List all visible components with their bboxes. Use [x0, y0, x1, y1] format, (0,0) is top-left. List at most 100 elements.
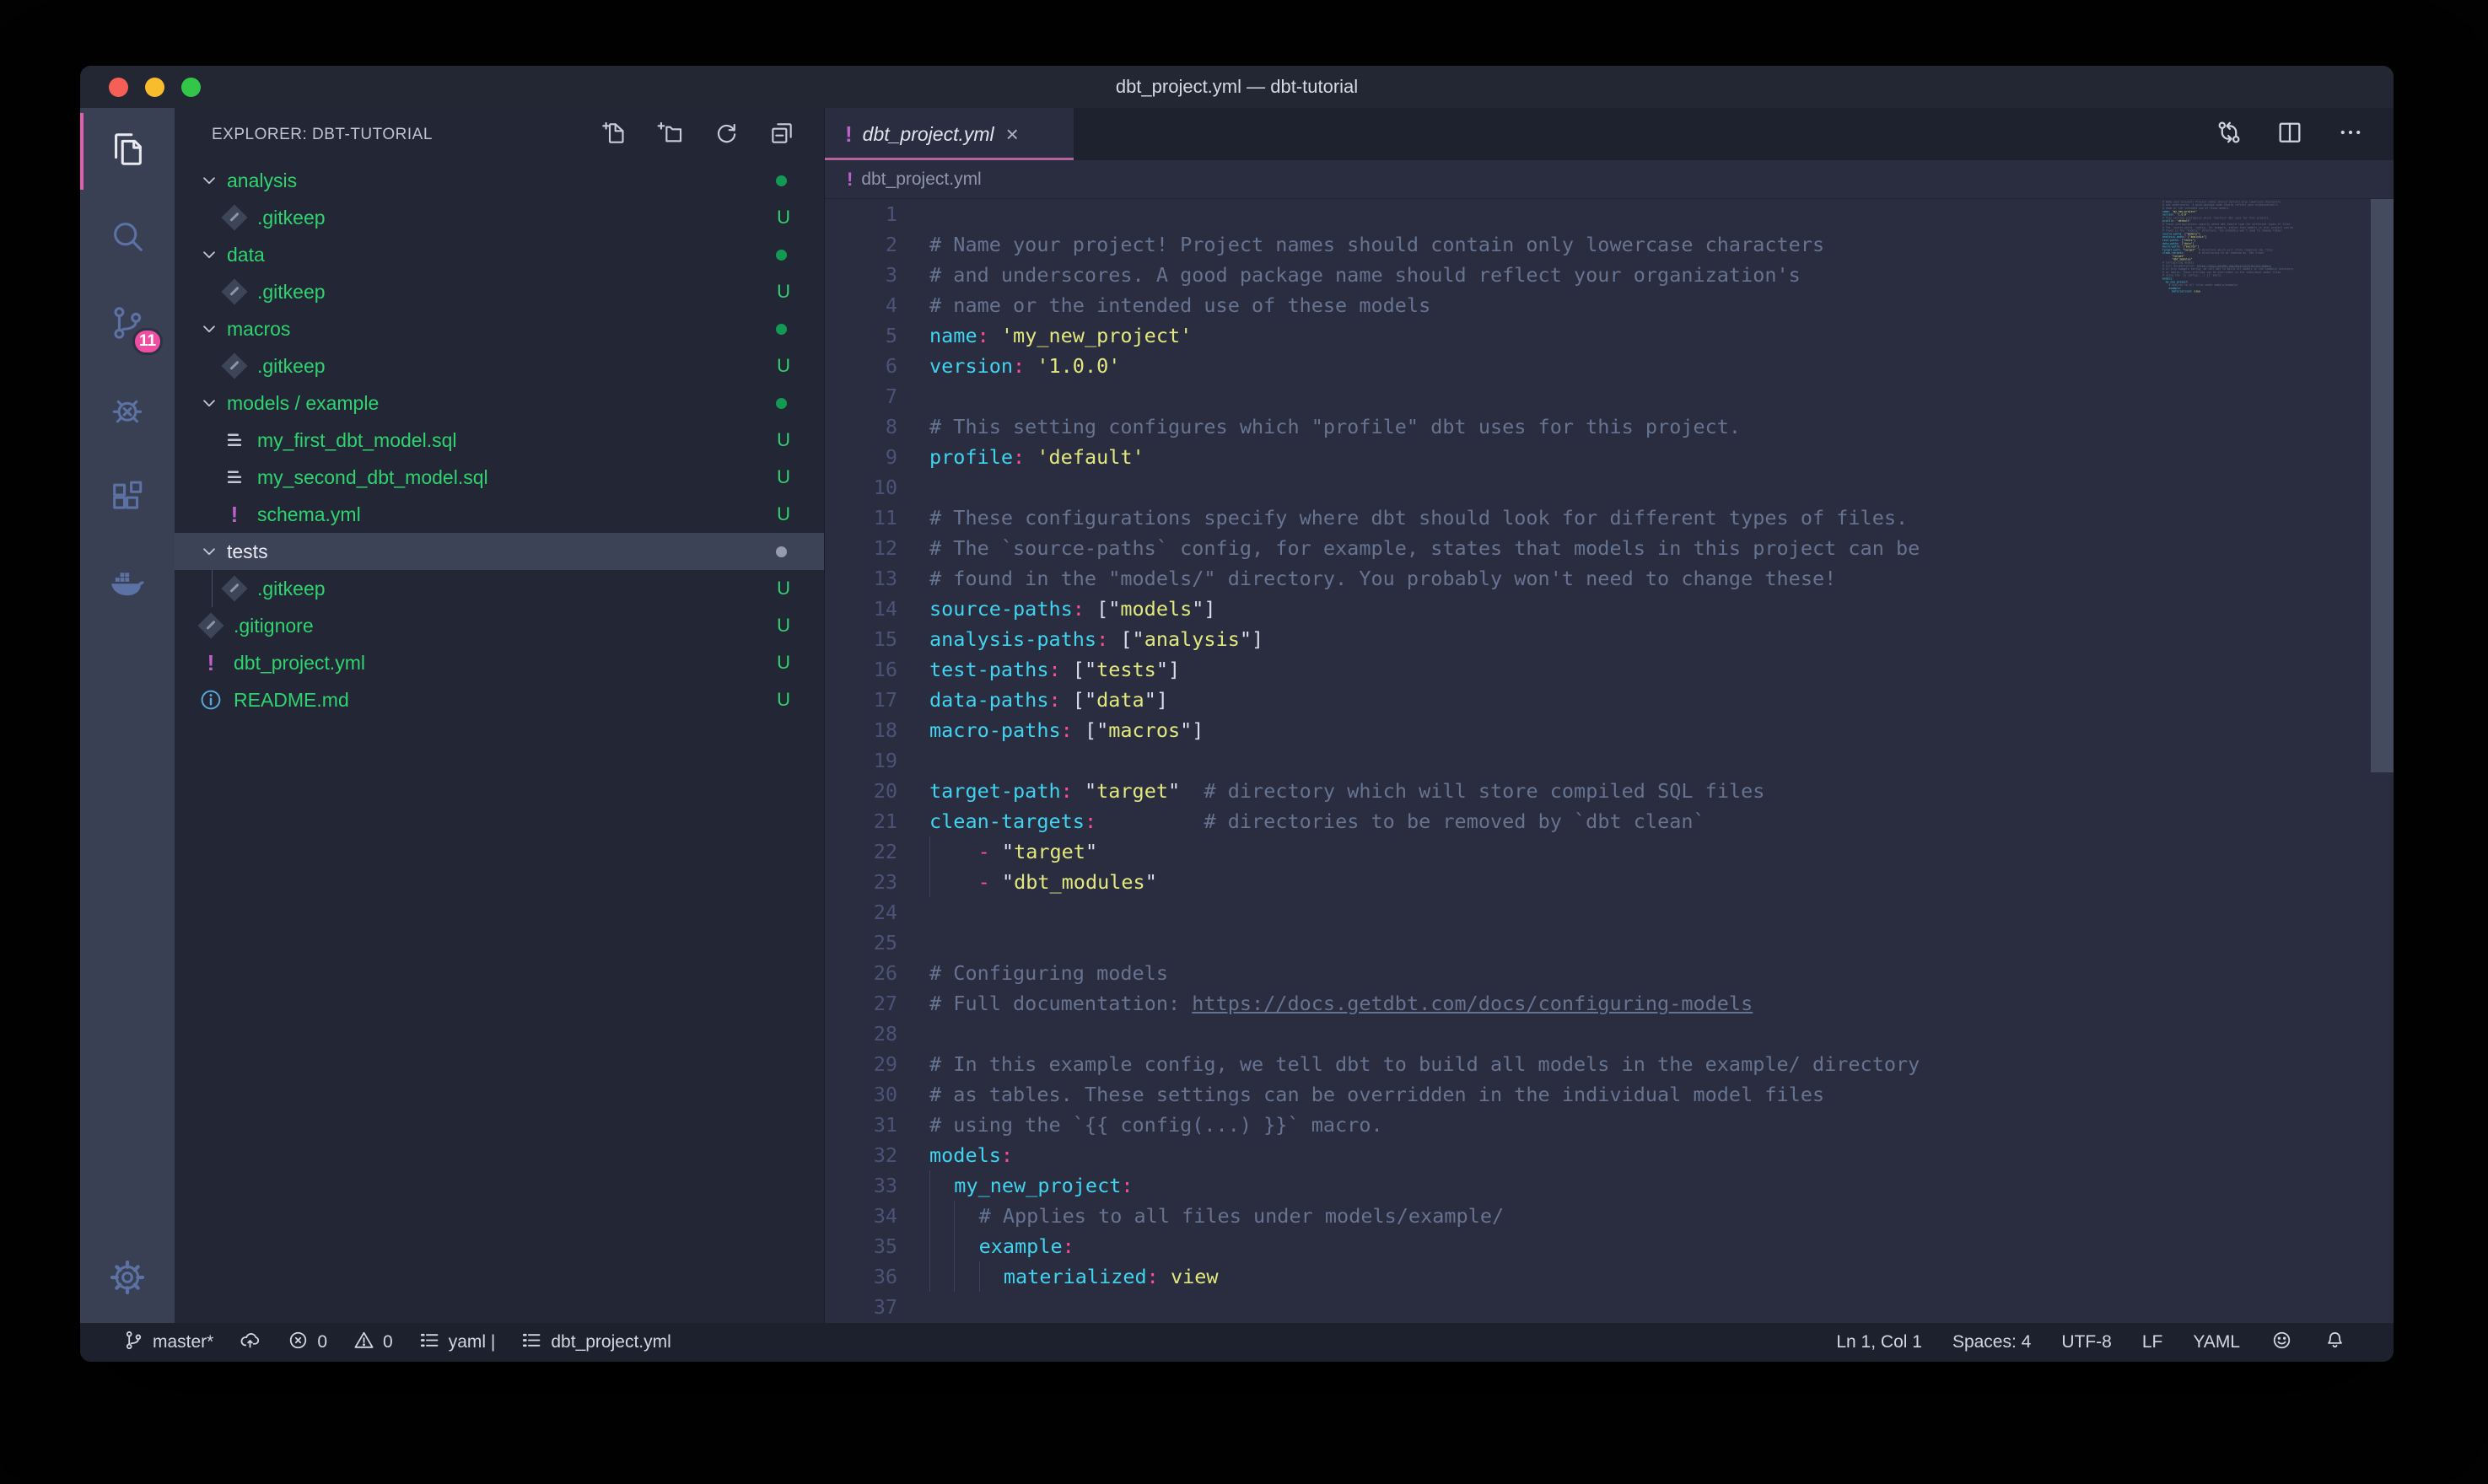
status-eol[interactable]: LF [2142, 1332, 2163, 1352]
status-yaml-file-text: dbt_project.yml [551, 1332, 670, 1352]
status-encoding[interactable]: UTF-8 [2061, 1332, 2112, 1352]
new-file-button[interactable] [598, 118, 632, 152]
tree-item-my-first-dbt-model-sql[interactable]: my_first_dbt_model.sqlU [175, 422, 824, 459]
status-yaml-schema-text: yaml | [449, 1332, 496, 1352]
status-language-mode[interactable]: YAML [2193, 1332, 2240, 1352]
line-number: 25 [825, 928, 897, 958]
code-token: "] [1192, 597, 1215, 621]
code-line: 16test-paths: ["tests"] [825, 654, 2394, 685]
breadcrumb[interactable]: ! dbt_project.yml [825, 160, 2394, 199]
open-changes-button[interactable] [2215, 118, 2243, 151]
close-window-button[interactable] [109, 78, 128, 97]
status-yaml-file[interactable]: dbt_project.yml [520, 1329, 670, 1357]
list-icon [520, 1329, 543, 1357]
status-notifications[interactable] [2324, 1329, 2346, 1357]
tree-item--gitignore[interactable]: .gitignoreU [175, 607, 824, 644]
code-token: # directory which will store compiled SQ… [1204, 779, 1764, 803]
tree-item-dbt-project-yml[interactable]: !dbt_project.ymlU [175, 644, 824, 681]
line-number: 5 [825, 320, 897, 351]
status-errors[interactable]: 0 [287, 1329, 327, 1357]
status-cursor-position[interactable]: Ln 1, Col 1 [1836, 1332, 1922, 1352]
code-editor[interactable]: 12# Name your project! Project names sho… [825, 199, 2394, 1323]
minimize-window-button[interactable] [145, 78, 164, 97]
git-changes-dot [776, 398, 787, 409]
code-line-text: - "dbt_modules" [897, 867, 1157, 897]
tree-item-macros[interactable]: macros [175, 310, 824, 347]
status-branch[interactable]: master* [122, 1329, 213, 1357]
code-token: target-path [929, 779, 1061, 803]
smiley-icon [2270, 1329, 2293, 1357]
tree-item--gitkeep[interactable]: .gitkeepU [175, 347, 824, 384]
activity-explorer[interactable] [80, 108, 175, 195]
line-number: 17 [825, 685, 897, 715]
code-token: "] [1144, 688, 1168, 712]
doc-link[interactable]: https://docs.getdbt.com/docs/configuring… [1192, 992, 1753, 1015]
code-token: : [1013, 354, 1025, 378]
status-warnings[interactable]: 0 [353, 1329, 393, 1357]
tree-item--gitkeep[interactable]: .gitkeepU [175, 199, 824, 236]
tree-item-analysis[interactable]: analysis [175, 162, 824, 199]
tree-item-my-second-dbt-model-sql[interactable]: my_second_dbt_model.sqlU [175, 459, 824, 496]
activity-bar: 11 [80, 108, 175, 1323]
more-actions-button[interactable] [2336, 118, 2365, 151]
split-editor-button[interactable] [2275, 118, 2304, 151]
status-feedback[interactable] [2270, 1329, 2293, 1357]
tree-item-label: README.md [234, 689, 777, 712]
code-token [929, 1201, 954, 1231]
tab-dbt-project-yml[interactable]: ! dbt_project.yml × [825, 108, 1074, 160]
code-token: 'default' [1037, 445, 1144, 469]
new-folder-button[interactable] [654, 118, 687, 152]
status-yaml-schema[interactable]: yaml | [418, 1329, 496, 1357]
code-token: : [1147, 1265, 1159, 1288]
code-token [1108, 627, 1120, 651]
code-token: analysis [1144, 627, 1240, 651]
activity-extensions[interactable] [80, 455, 175, 542]
breadcrumb-file[interactable]: dbt_project.yml [861, 169, 981, 190]
tree-item-models-example[interactable]: models / example [175, 384, 824, 422]
git-file-icon [222, 205, 247, 230]
tree-item--gitkeep[interactable]: .gitkeepU [175, 273, 824, 310]
code-line: 30# as tables. These settings can be ove… [825, 1079, 2394, 1110]
line-number: 29 [825, 1049, 897, 1079]
tree-item-schema-yml[interactable]: !schema.ymlU [175, 496, 824, 533]
code-line-text: # Full documentation: https://docs.getdb… [897, 988, 1753, 1019]
activity-docker[interactable] [80, 542, 175, 629]
explorer-sidebar: EXPLORER: DBT-TUTORIAL analysis.gitkeepU… [175, 108, 824, 1323]
status-sync[interactable] [239, 1329, 261, 1357]
line-number: 11 [825, 503, 897, 533]
line-number: 6 [825, 351, 897, 381]
status-indentation[interactable]: Spaces: 4 [1952, 1332, 2031, 1352]
code-line: 26# Configuring models [825, 958, 2394, 988]
activity-search[interactable] [80, 195, 175, 282]
activity-run-and-debug[interactable] [80, 368, 175, 455]
title-bar[interactable]: dbt_project.yml — dbt-tutorial [80, 66, 2394, 108]
editor-scrollbar[interactable] [2371, 199, 2394, 772]
refresh-explorer-button[interactable] [709, 118, 743, 152]
code-line: 35 example: [825, 1231, 2394, 1261]
tree-item-readme-md[interactable]: README.mdU [175, 681, 824, 718]
activity-source-control[interactable]: 11 [80, 282, 175, 368]
line-number: 33 [825, 1170, 897, 1201]
tree-item-data[interactable]: data [175, 236, 824, 273]
tree-item--gitkeep[interactable]: .gitkeepU [175, 570, 824, 607]
code-line: 22 - "target" [825, 836, 2394, 867]
code-token: # and underscores. A good package name s… [929, 263, 1801, 287]
zoom-window-button[interactable] [181, 78, 201, 97]
code-token: macros [1108, 718, 1180, 742]
error-icon [287, 1329, 310, 1357]
activity-settings[interactable] [80, 1236, 175, 1323]
refresh-icon [713, 120, 740, 151]
warning-icon [353, 1329, 375, 1357]
code-token: : [1061, 718, 1073, 742]
tree-item-tests[interactable]: tests [175, 533, 824, 570]
close-tab-icon[interactable]: × [1006, 123, 1019, 145]
code-line-text: # as tables. These settings can be overr… [897, 1079, 1824, 1110]
line-number: 3 [825, 260, 897, 290]
code-token: source-paths [929, 597, 1073, 621]
minimap[interactable]: # Name your project! Project names shoul… [2162, 201, 2229, 293]
line-number: 30 [825, 1079, 897, 1110]
code-line: 10 [825, 472, 2394, 503]
line-number: 24 [825, 897, 897, 928]
collapse-folders-button[interactable] [765, 118, 799, 152]
code-token: " [1145, 870, 1157, 894]
